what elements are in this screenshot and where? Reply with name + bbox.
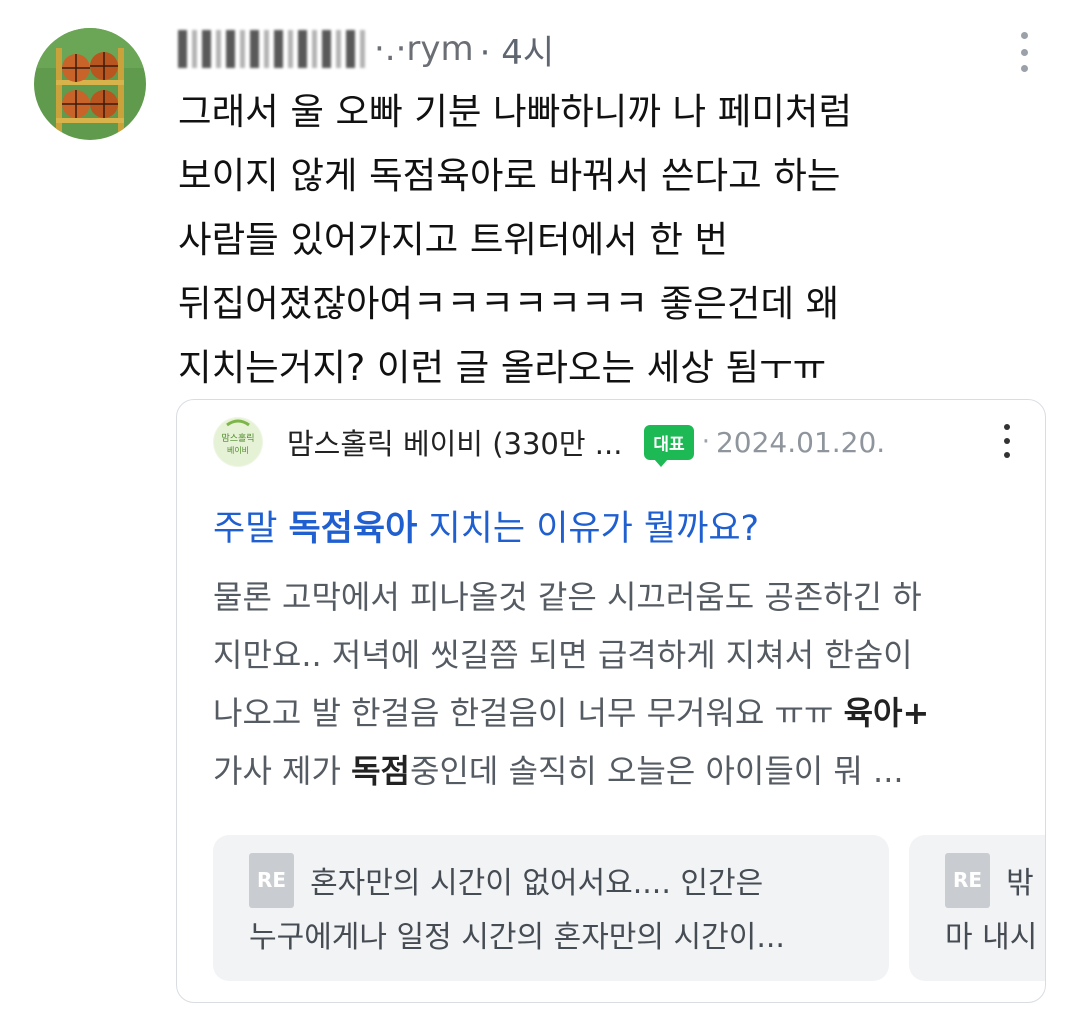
comment-more-icon[interactable] bbox=[1013, 32, 1035, 72]
comment-line: 그래서 울 오빠 기분 나빠하니까 나 페미처럼 bbox=[178, 90, 853, 133]
re-badge: RE bbox=[249, 853, 295, 908]
post-excerpt: 물론 고막에서 피나올것 같은 시끄러움도 공존하긴 하 지만요.. 저녁에 씻… bbox=[213, 568, 1013, 800]
excerpt-line: 나오고 발 한걸음 한걸음이 너무 무거워요 ㅠㅠ 육아+ bbox=[213, 694, 930, 732]
post-date: 2024.01.20. bbox=[715, 425, 886, 459]
comment-body: 그래서 울 오빠 기분 나빠하니까 나 페미처럼 보이지 않게 독점육아로 바꿔… bbox=[178, 80, 1038, 400]
comment-line: 뒤집어졌잖아여ㅋㅋㅋㅋㅋㅋㅋ 좋은건데 왜 bbox=[178, 282, 840, 325]
commenter-avatar[interactable] bbox=[34, 28, 146, 140]
reply-preview[interactable]: RE 밖 마 내시 bbox=[909, 835, 1045, 981]
comment-meta: ·.·rym · 4시 bbox=[178, 26, 555, 73]
reply-text: 마 내시 bbox=[945, 920, 1038, 955]
excerpt-line: 지만요.. 저녁에 씻길쯤 되면 급격하게 지쳐서 한숨이 bbox=[213, 636, 913, 674]
comment-line: 보이지 않게 독점육아로 바꿔서 쓴다고 하는 bbox=[178, 154, 841, 197]
reply-preview[interactable]: RE 혼자만의 시간이 없어서요.... 인간은 누구에게나 일정 시간의 혼자만… bbox=[213, 835, 889, 981]
svg-text:베이비: 베이비 bbox=[227, 445, 249, 455]
post-title-link[interactable]: 주말 독점육아 지치는 이유가 뭘까요? bbox=[213, 500, 759, 551]
comment-time: · 4시 bbox=[479, 32, 555, 73]
svg-text:맘스홀릭: 맘스홀릭 bbox=[221, 432, 254, 444]
reply-text: 밖 bbox=[1006, 866, 1034, 901]
cafe-logo-icon: 맘스홀릭 베이비 bbox=[213, 417, 263, 467]
cafe-name[interactable]: 맘스홀릭 베이비 (330만 ... bbox=[287, 421, 622, 463]
reply-text: 혼자만의 시간이 없어서요.... 인간은 bbox=[310, 866, 764, 901]
comment-line: 지치는거지? 이런 글 올라오는 세상 됨ㅜㅠ bbox=[178, 346, 827, 389]
card-header: 맘스홀릭 베이비 맘스홀릭 베이비 (330만 ... 대표 · 2024.01… bbox=[213, 414, 1013, 470]
linked-post-card[interactable]: 맘스홀릭 베이비 맘스홀릭 베이비 (330만 ... 대표 · 2024.01… bbox=[176, 399, 1046, 1003]
title-part: 주말 bbox=[213, 509, 289, 549]
comment-line: 사람들 있어가지고 트위터에서 한 번 bbox=[178, 218, 729, 261]
author-name[interactable]: ·.·rym bbox=[374, 29, 474, 69]
card-more-icon[interactable] bbox=[1000, 424, 1014, 458]
re-badge: RE bbox=[945, 853, 991, 908]
title-part: 지치는 이유가 뭘까요? bbox=[417, 509, 760, 549]
excerpt-line: 가사 제가 독점중인데 솔직히 오늘은 아이들이 뭐 ... bbox=[213, 752, 904, 790]
excerpt-line: 물론 고막에서 피나올것 같은 시끄러움도 공존하긴 하 bbox=[213, 578, 922, 616]
reply-text: 누구에게나 일정 시간의 혼자만의 시간이... bbox=[249, 920, 785, 955]
redacted-author-name bbox=[178, 30, 368, 68]
title-highlight: 독점육아 bbox=[288, 509, 418, 549]
representative-badge: 대표 bbox=[644, 424, 694, 467]
separator-dot: · bbox=[701, 427, 710, 457]
